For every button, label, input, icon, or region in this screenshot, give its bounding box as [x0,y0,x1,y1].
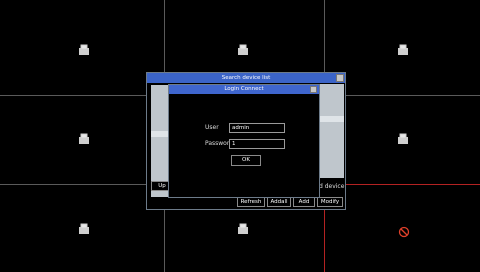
camera-icon[interactable] [237,223,249,235]
close-icon[interactable] [310,86,317,93]
password-field[interactable]: 1 [229,139,285,149]
user-label: User [205,124,219,131]
ok-button[interactable]: OK [231,155,261,166]
camera-icon[interactable] [397,133,409,145]
addall-button[interactable]: Addall [267,197,291,207]
modify-button[interactable]: Modify [317,197,343,207]
device-list-right[interactable] [318,84,344,178]
grid-divider-alert [324,184,480,185]
add-device-label: d device [319,183,345,190]
search-window-title: Search device list [147,73,345,83]
list-row-selected[interactable] [318,116,344,122]
camera-icon[interactable] [78,133,90,145]
login-connect-dialog: Login Connect User admin Password 1 OK [168,84,320,198]
login-dialog-title: Login Connect [169,85,319,94]
close-icon[interactable] [336,74,344,82]
camera-icon[interactable] [237,44,249,56]
refresh-button[interactable]: Refresh [237,197,265,207]
camera-icon[interactable] [78,223,90,235]
add-button[interactable]: Add [293,197,315,207]
camera-icon[interactable] [397,44,409,56]
no-entry-icon[interactable] [398,223,410,238]
user-field[interactable]: admin [229,123,285,133]
camera-icon[interactable] [78,44,90,56]
